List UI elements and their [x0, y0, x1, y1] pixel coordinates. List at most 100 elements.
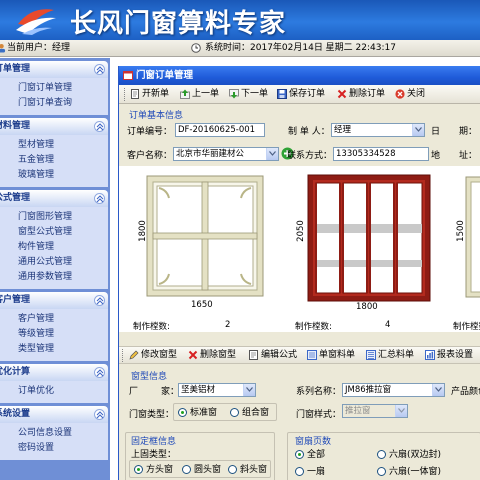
- nav-item-level[interactable]: 等级管理: [0, 327, 108, 342]
- order-number-field[interactable]: DF-20160625-001: [175, 123, 265, 137]
- chevron-down-icon[interactable]: [412, 124, 424, 136]
- factory-select[interactable]: 坚美铝材: [178, 383, 256, 397]
- customer-select[interactable]: 北京市华丽建材公: [173, 147, 279, 161]
- nav-header-optimize[interactable]: 优化计算: [0, 364, 108, 381]
- fixed-frame-section-title: 固定框信息: [131, 437, 177, 447]
- date-label: 日: [431, 127, 441, 137]
- chevron-down-icon[interactable]: [243, 384, 255, 396]
- nav-header-settings[interactable]: 系统设置: [0, 406, 108, 423]
- nav-item-common-formula[interactable]: 通用公式管理: [0, 255, 108, 270]
- nav-item-profile[interactable]: 型材管理: [0, 138, 108, 153]
- window-design-1[interactable]: [145, 174, 265, 298]
- new-order-button[interactable]: 开新单: [130, 88, 169, 101]
- nav-header-materials[interactable]: 材料管理: [0, 118, 108, 135]
- radio-standard-window[interactable]: 标准窗: [178, 407, 217, 419]
- save-order-button[interactable]: 保存订单: [277, 88, 325, 101]
- design-3-height: 1500: [455, 220, 466, 242]
- chevron-up-icon[interactable]: [94, 193, 105, 204]
- customer-label: 客户名称：: [127, 151, 173, 161]
- next-order-button[interactable]: 下一单: [229, 88, 268, 101]
- window-design-3[interactable]: [465, 176, 480, 298]
- nav-item-order-optimize[interactable]: 订单优化: [0, 384, 108, 399]
- window-icon: [123, 71, 133, 80]
- nav-item-password[interactable]: 密码设置: [0, 441, 108, 456]
- nav-item-order-management[interactable]: 门窗订单管理: [0, 81, 108, 96]
- series-label: 系列名称：: [296, 387, 342, 397]
- window-style-select[interactable]: 推拉窗: [342, 404, 408, 418]
- edit-formula-button[interactable]: 编辑公式: [249, 349, 297, 362]
- radio-sash-one[interactable]: 一扇: [295, 466, 325, 478]
- app-banner: 长风门窗算料专家: [0, 0, 480, 40]
- design-1-count-label: 制作樘数:: [133, 322, 170, 332]
- chevron-up-icon[interactable]: [94, 121, 105, 132]
- design-1-count: 2: [225, 320, 231, 330]
- order-number-label: 订单编号：: [127, 127, 173, 137]
- nav-group-materials: 材料管理 型材管理 五金管理 玻璃管理: [0, 118, 110, 187]
- delete-window-type-button[interactable]: 删除窗型: [188, 349, 236, 362]
- close-icon: [395, 89, 405, 99]
- current-user: 当前用户：经理: [7, 43, 71, 53]
- chevron-up-icon[interactable]: [94, 64, 105, 75]
- report-settings-button[interactable]: 报表设置: [425, 349, 473, 362]
- nav-item-company-info[interactable]: 公司信息设置: [0, 426, 108, 441]
- summary-materials-button[interactable]: 汇总料单: [366, 349, 414, 362]
- factory-label: 厂: [129, 387, 139, 397]
- previous-order-button[interactable]: 上一单: [180, 88, 219, 101]
- close-button[interactable]: 关闭: [395, 88, 425, 101]
- window-toolbar: 修改窗型 删除窗型 编辑公式 单窗料单 汇总料单 报表设置: [119, 346, 480, 364]
- delete-x-icon: [188, 350, 198, 360]
- chevron-up-icon[interactable]: [94, 409, 105, 420]
- nav-item-hardware[interactable]: 五金管理: [0, 153, 108, 168]
- delete-order-button[interactable]: 删除订单: [337, 88, 385, 101]
- design-2-height: 2050: [295, 220, 306, 242]
- window-style-label: 门窗样式：: [296, 410, 342, 420]
- nav-item-window-formula[interactable]: 窗型公式管理: [0, 225, 108, 240]
- maker-label: 制 单 人：: [288, 127, 330, 137]
- window-drawing-2: [307, 174, 431, 302]
- nav-item-glass[interactable]: 玻璃管理: [0, 168, 108, 183]
- radio-slant-head[interactable]: 斜头窗: [228, 464, 267, 476]
- status-bar: 当前用户：经理 系统时间：2017年02月14日 星期二 22:43:17: [0, 40, 480, 57]
- nav-item-customer[interactable]: 客户管理: [0, 312, 108, 327]
- contact-field[interactable]: 13305334528: [333, 147, 429, 161]
- address-label: 地: [431, 151, 441, 161]
- nav-item-order-query[interactable]: 门窗订单查询: [0, 96, 108, 111]
- single-window-materials-button[interactable]: 单窗料单: [307, 349, 355, 362]
- design-1-height: 1800: [137, 220, 148, 242]
- chevron-down-icon[interactable]: [432, 384, 444, 396]
- window-design-2[interactable]: [307, 174, 431, 302]
- delete-x-icon: [337, 89, 347, 99]
- radio-sash-all[interactable]: 全部: [295, 449, 325, 461]
- sash-page-section-title: 窗扇页数: [295, 437, 332, 447]
- color-label: 产品颜色: [451, 387, 480, 397]
- nav-item-components[interactable]: 构件管理: [0, 240, 108, 255]
- nav-header-customers[interactable]: 客户管理: [0, 292, 108, 309]
- save-icon: [277, 89, 287, 99]
- edit-window-type-button[interactable]: 修改窗型: [129, 349, 177, 362]
- arrow-up-icon: [180, 89, 190, 99]
- series-select[interactable]: JM86推拉窗: [342, 383, 445, 397]
- nav-group-optimize: 优化计算 订单优化: [0, 364, 110, 403]
- chevron-down-icon[interactable]: [395, 405, 407, 417]
- radio-combined-window[interactable]: 组合窗: [230, 407, 269, 419]
- app-title: 长风门窗算料专家: [70, 9, 287, 39]
- nav-item-window-graphics[interactable]: 门窗图形管理: [0, 210, 108, 225]
- chevron-up-icon[interactable]: [94, 367, 105, 378]
- maker-select[interactable]: 经理: [331, 123, 425, 137]
- nav-group-orders: 订单管理 门窗订单管理 门窗订单查询: [0, 61, 110, 115]
- nav-header-orders[interactable]: 订单管理: [0, 61, 108, 78]
- nav-item-type[interactable]: 类型管理: [0, 342, 108, 357]
- radio-square-head[interactable]: 方头窗: [134, 464, 173, 476]
- chevron-down-icon[interactable]: [266, 148, 278, 160]
- radio-sash-six-single[interactable]: 六扇(一体窗): [377, 466, 441, 478]
- radio-round-head[interactable]: 圆头窗: [182, 464, 221, 476]
- top-fixed-type-group: 方头窗 圆头窗 斜头窗: [129, 460, 271, 478]
- nav-header-formulas[interactable]: 公式管理: [0, 190, 108, 207]
- top-fixed-type-label: 上固类型：: [131, 450, 177, 460]
- nav-item-common-params[interactable]: 通用参数管理: [0, 270, 108, 285]
- order-window: 门窗订单管理 开新单 上一单 下一单 保存订单 删除订单 关闭 订单基本信息 订…: [118, 66, 480, 480]
- chevron-up-icon[interactable]: [94, 295, 105, 306]
- radio-sash-six-double[interactable]: 六扇(双边封): [377, 449, 441, 461]
- design-1-width: 1650: [191, 300, 213, 310]
- design-2-count-label: 制作樘数:: [295, 322, 332, 332]
